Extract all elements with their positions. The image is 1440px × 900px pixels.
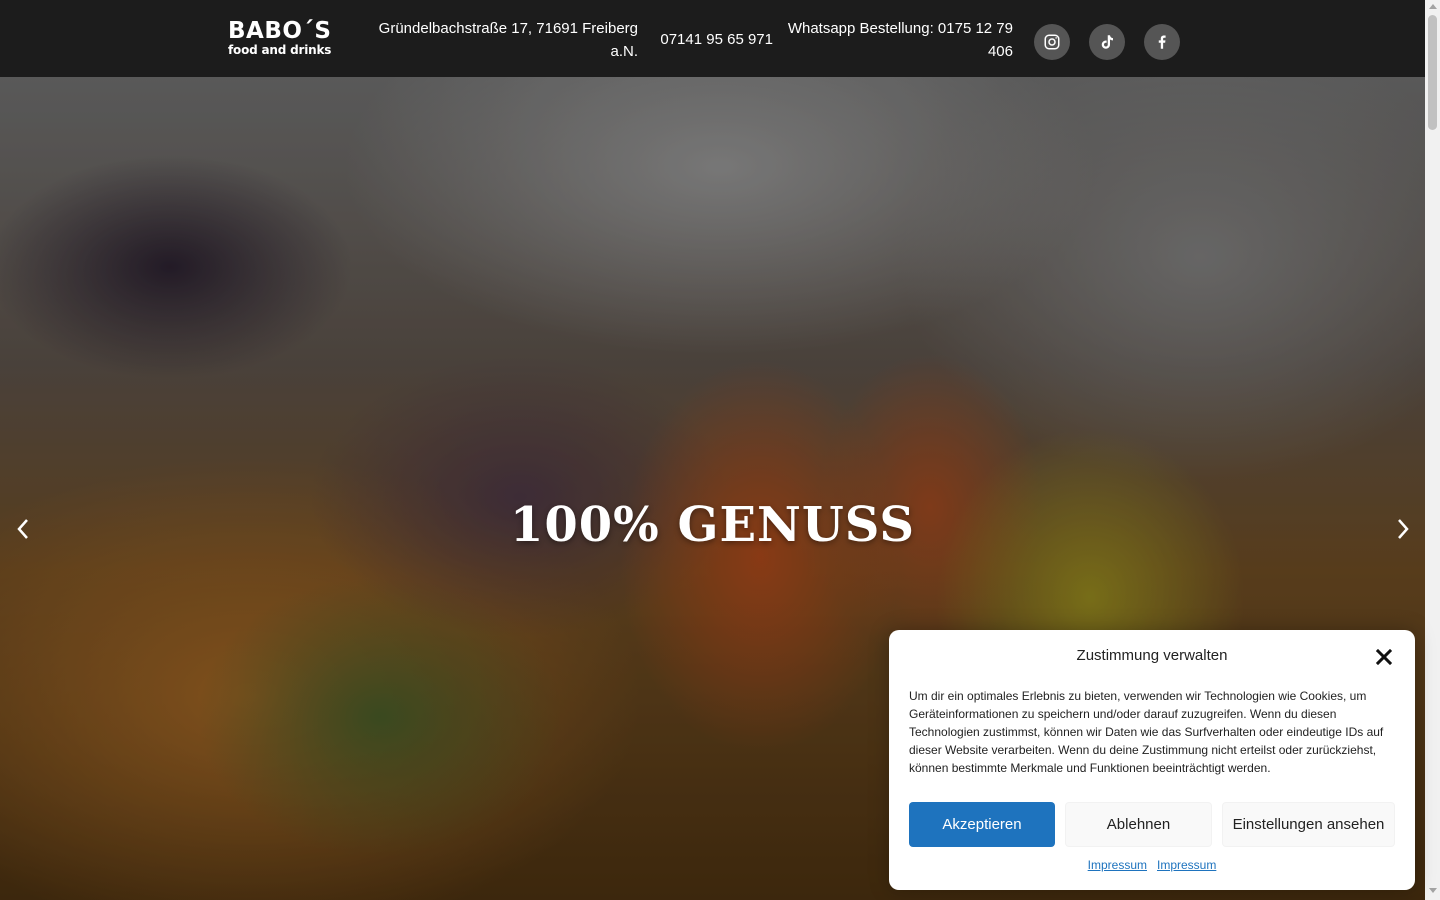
page-scrollbar[interactable]: [1425, 0, 1440, 900]
cookie-dialog-title: Zustimmung verwalten: [1076, 647, 1228, 664]
tiktok-icon: [1101, 35, 1113, 49]
cookie-consent-dialog: Zustimmung verwalten Um dir ein optimale…: [889, 630, 1415, 890]
slider-prev-button[interactable]: [8, 514, 38, 544]
instagram-link[interactable]: [1034, 24, 1070, 60]
impressum-link[interactable]: Impressum: [1088, 858, 1147, 872]
facebook-link[interactable]: [1144, 24, 1180, 60]
scroll-down-arrow-icon[interactable]: [1429, 888, 1437, 893]
hero-title: 100% GENUSS: [509, 497, 916, 553]
close-icon: [1376, 649, 1392, 665]
header-whatsapp[interactable]: Whatsapp Bestellung: 0175 12 79 406: [783, 17, 1013, 63]
facebook-icon: [1158, 35, 1166, 49]
cookie-close-button[interactable]: [1373, 646, 1395, 668]
site-header: BABO´S food and drinks Gründelbachstraße…: [0, 0, 1425, 77]
logo-subtitle: food and drinks: [228, 43, 332, 57]
chevron-left-icon: [17, 519, 28, 539]
cookie-links: Impressum Impressum: [889, 858, 1415, 872]
scroll-thumb[interactable]: [1428, 15, 1437, 130]
scroll-up-arrow-icon[interactable]: [1429, 4, 1437, 9]
deny-button[interactable]: Ablehnen: [1065, 802, 1212, 847]
instagram-icon: [1044, 34, 1060, 50]
accept-button[interactable]: Akzeptieren: [909, 802, 1055, 847]
impressum-link[interactable]: Impressum: [1157, 858, 1216, 872]
header-address[interactable]: Gründelbachstraße 17, 71691 Freiberg a.N…: [372, 17, 638, 63]
logo-title: BABO´S: [228, 18, 332, 44]
header-phone[interactable]: 07141 95 65 971: [656, 28, 773, 51]
chevron-right-icon: [1398, 519, 1409, 539]
view-preferences-button[interactable]: Einstellungen ansehen: [1222, 802, 1395, 847]
tiktok-link[interactable]: [1089, 24, 1125, 60]
slider-next-button[interactable]: [1388, 514, 1418, 544]
cookie-dialog-text: Um dir ein optimales Erlebnis zu bieten,…: [909, 689, 1384, 775]
site-logo[interactable]: BABO´S food and drinks: [228, 18, 332, 57]
